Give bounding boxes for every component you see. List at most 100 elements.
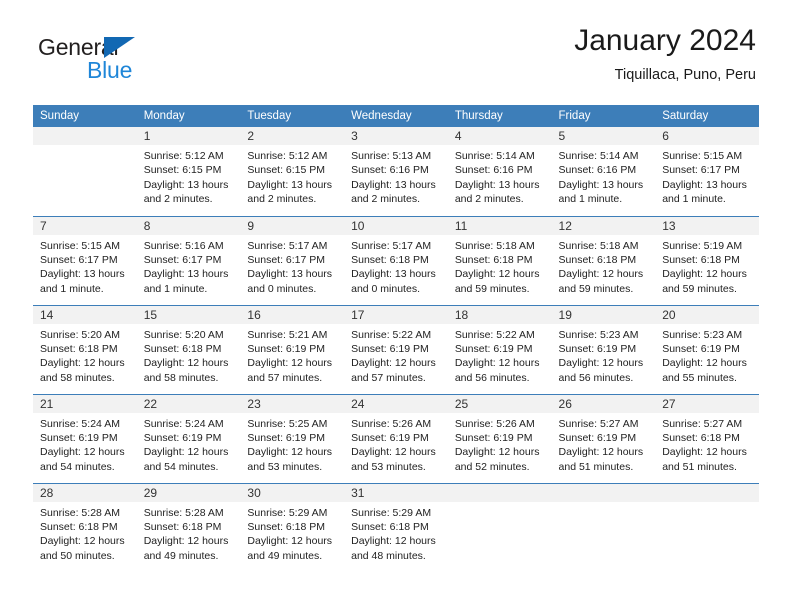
weekday-header-row: Sunday Monday Tuesday Wednesday Thursday… bbox=[33, 105, 759, 127]
daylight-line-2: and 2 minutes. bbox=[454, 193, 524, 206]
day-details: Sunrise: 5:18 AM Sunset: 6:18 PM Dayligh… bbox=[448, 235, 552, 297]
day-cell-inner: 31 Sunrise: 5:29 AM Sunset: 6:18 PM Dayl… bbox=[344, 483, 448, 573]
day-details: Sunrise: 5:28 AM Sunset: 6:18 PM Dayligh… bbox=[137, 502, 241, 564]
day-number: 3 bbox=[344, 127, 448, 145]
day-cell[interactable]: 11 Sunrise: 5:18 AM Sunset: 6:18 PM Dayl… bbox=[447, 215, 552, 305]
daylight-line-1: Daylight: 12 hours bbox=[143, 357, 229, 370]
day-number: 17 bbox=[344, 305, 448, 324]
day-number: 5 bbox=[551, 127, 656, 145]
day-details: Sunrise: 5:18 AM Sunset: 6:18 PM Dayligh… bbox=[552, 235, 656, 297]
sunset-line: Sunset: 6:19 PM bbox=[351, 431, 429, 444]
day-cell[interactable] bbox=[655, 482, 759, 572]
day-number: 14 bbox=[33, 305, 137, 324]
day-cell-inner: 29 Sunrise: 5:28 AM Sunset: 6:18 PM Dayl… bbox=[136, 483, 241, 573]
day-details: Sunrise: 5:26 AM Sunset: 6:19 PM Dayligh… bbox=[344, 413, 448, 475]
day-cell[interactable] bbox=[33, 127, 137, 216]
day-cell[interactable]: 25 Sunrise: 5:26 AM Sunset: 6:19 PM Dayl… bbox=[447, 393, 552, 483]
day-cell[interactable]: 3 Sunrise: 5:13 AM Sunset: 6:16 PM Dayli… bbox=[344, 127, 448, 216]
day-details: Sunrise: 5:15 AM Sunset: 6:17 PM Dayligh… bbox=[655, 145, 759, 207]
sunset-line: Sunset: 6:19 PM bbox=[143, 431, 222, 444]
daylight-line-1: Daylight: 12 hours bbox=[247, 446, 333, 459]
daylight-line-1: Daylight: 13 hours bbox=[247, 268, 333, 281]
day-cell[interactable]: 26 Sunrise: 5:27 AM Sunset: 6:19 PM Dayl… bbox=[551, 393, 656, 483]
day-cell[interactable]: 19 Sunrise: 5:23 AM Sunset: 6:19 PM Dayl… bbox=[551, 304, 656, 394]
daylight-line-2: and 1 minute. bbox=[558, 193, 623, 206]
day-cell[interactable]: 23 Sunrise: 5:25 AM Sunset: 6:19 PM Dayl… bbox=[240, 393, 345, 483]
day-details: Sunrise: 5:27 AM Sunset: 6:19 PM Dayligh… bbox=[552, 413, 656, 475]
day-cell[interactable]: 17 Sunrise: 5:22 AM Sunset: 6:19 PM Dayl… bbox=[344, 304, 448, 394]
triangle-flag-icon bbox=[104, 37, 135, 58]
daylight-line-2: and 58 minutes. bbox=[143, 371, 219, 384]
daylight-line-1: Daylight: 13 hours bbox=[40, 268, 125, 281]
day-cell[interactable] bbox=[551, 482, 656, 573]
day-cell-inner bbox=[551, 483, 656, 573]
calendar-week-row: 28 Sunrise: 5:28 AM Sunset: 6:18 PM Dayl… bbox=[33, 482, 759, 573]
day-details: Sunrise: 5:14 AM Sunset: 6:16 PM Dayligh… bbox=[448, 145, 552, 207]
sunrise-line: Sunrise: 5:24 AM bbox=[143, 417, 224, 430]
day-cell-inner: 12 Sunrise: 5:18 AM Sunset: 6:18 PM Dayl… bbox=[551, 216, 656, 305]
day-cell-inner: 5 Sunrise: 5:14 AM Sunset: 6:16 PM Dayli… bbox=[551, 127, 656, 216]
day-cell[interactable]: 15 Sunrise: 5:20 AM Sunset: 6:18 PM Dayl… bbox=[136, 304, 241, 394]
sunrise-line: Sunrise: 5:21 AM bbox=[247, 328, 328, 341]
sunset-line: Sunset: 6:19 PM bbox=[454, 342, 533, 355]
sunrise-line: Sunrise: 5:19 AM bbox=[662, 239, 743, 252]
day-cell[interactable]: 29 Sunrise: 5:28 AM Sunset: 6:18 PM Dayl… bbox=[136, 482, 241, 573]
day-cell-inner: 28 Sunrise: 5:28 AM Sunset: 6:18 PM Dayl… bbox=[33, 483, 137, 573]
day-cell[interactable]: 16 Sunrise: 5:21 AM Sunset: 6:19 PM Dayl… bbox=[240, 304, 345, 394]
title-block: January 2024 Tiquillaca, Puno, Peru bbox=[574, 22, 756, 86]
day-cell[interactable]: 20 Sunrise: 5:23 AM Sunset: 6:19 PM Dayl… bbox=[655, 304, 759, 394]
daylight-line-2: and 58 minutes. bbox=[40, 371, 115, 384]
day-cell[interactable]: 30 Sunrise: 5:29 AM Sunset: 6:18 PM Dayl… bbox=[240, 482, 345, 572]
day-cell[interactable]: 24 Sunrise: 5:26 AM Sunset: 6:19 PM Dayl… bbox=[344, 393, 448, 483]
day-cell[interactable]: 1 Sunrise: 5:12 AM Sunset: 6:15 PM Dayli… bbox=[136, 127, 241, 216]
day-cell[interactable]: 27 Sunrise: 5:27 AM Sunset: 6:18 PM Dayl… bbox=[655, 393, 759, 483]
day-cell[interactable]: 31 Sunrise: 5:29 AM Sunset: 6:18 PM Dayl… bbox=[344, 482, 448, 573]
day-cell[interactable]: 6 Sunrise: 5:15 AM Sunset: 6:17 PM Dayli… bbox=[655, 127, 759, 216]
day-cell[interactable]: 28 Sunrise: 5:28 AM Sunset: 6:18 PM Dayl… bbox=[33, 482, 137, 573]
daylight-line-2: and 0 minutes. bbox=[351, 282, 420, 295]
daylight-line-2: and 54 minutes. bbox=[40, 460, 115, 473]
day-cell[interactable]: 10 Sunrise: 5:17 AM Sunset: 6:18 PM Dayl… bbox=[344, 215, 448, 305]
sunrise-line: Sunrise: 5:25 AM bbox=[247, 417, 328, 430]
logo-text-blue: Blue bbox=[87, 57, 133, 83]
sunset-line: Sunset: 6:15 PM bbox=[143, 164, 222, 177]
sunrise-line: Sunrise: 5:27 AM bbox=[662, 417, 743, 430]
sunrise-line: Sunrise: 5:22 AM bbox=[351, 328, 432, 341]
sunset-line: Sunset: 6:17 PM bbox=[143, 253, 222, 266]
day-cell[interactable]: 21 Sunrise: 5:24 AM Sunset: 6:19 PM Dayl… bbox=[33, 393, 137, 483]
day-number: 24 bbox=[344, 394, 448, 413]
day-cell[interactable]: 2 Sunrise: 5:12 AM Sunset: 6:15 PM Dayli… bbox=[240, 127, 345, 216]
day-cell[interactable]: 13 Sunrise: 5:19 AM Sunset: 6:18 PM Dayl… bbox=[655, 215, 759, 305]
day-details: Sunrise: 5:23 AM Sunset: 6:19 PM Dayligh… bbox=[655, 324, 759, 386]
day-cell[interactable]: 5 Sunrise: 5:14 AM Sunset: 6:16 PM Dayli… bbox=[551, 127, 656, 216]
day-number bbox=[447, 483, 552, 502]
daylight-line-1: Daylight: 13 hours bbox=[247, 178, 333, 191]
sunrise-line: Sunrise: 5:29 AM bbox=[351, 506, 432, 519]
day-cell[interactable]: 9 Sunrise: 5:17 AM Sunset: 6:17 PM Dayli… bbox=[240, 215, 345, 305]
day-details: Sunrise: 5:22 AM Sunset: 6:19 PM Dayligh… bbox=[344, 324, 448, 386]
daylight-line-1: Daylight: 13 hours bbox=[351, 178, 436, 191]
day-cell[interactable] bbox=[447, 482, 552, 572]
page-masthead: General Blue January 2024 Tiquillaca, Pu… bbox=[0, 22, 792, 100]
day-cell-inner: 3 Sunrise: 5:13 AM Sunset: 6:16 PM Dayli… bbox=[344, 127, 448, 216]
daylight-line-1: Daylight: 12 hours bbox=[351, 535, 436, 548]
sunset-line: Sunset: 6:19 PM bbox=[662, 342, 740, 355]
day-cell[interactable]: 8 Sunrise: 5:16 AM Sunset: 6:17 PM Dayli… bbox=[136, 215, 241, 305]
calendar-body: 1 Sunrise: 5:12 AM Sunset: 6:15 PM Dayli… bbox=[33, 127, 759, 572]
day-cell[interactable]: 14 Sunrise: 5:20 AM Sunset: 6:18 PM Dayl… bbox=[33, 304, 137, 394]
day-details bbox=[33, 145, 137, 149]
day-cell[interactable]: 22 Sunrise: 5:24 AM Sunset: 6:19 PM Dayl… bbox=[136, 393, 241, 483]
daylight-line-1: Daylight: 12 hours bbox=[454, 446, 540, 459]
day-cell[interactable]: 18 Sunrise: 5:22 AM Sunset: 6:19 PM Dayl… bbox=[447, 304, 552, 394]
daylight-line-2: and 59 minutes. bbox=[558, 282, 634, 295]
day-details bbox=[655, 502, 759, 506]
day-cell[interactable]: 12 Sunrise: 5:18 AM Sunset: 6:18 PM Dayl… bbox=[551, 215, 656, 305]
general-blue-logo[interactable]: General Blue bbox=[38, 34, 218, 90]
daylight-line-2: and 51 minutes. bbox=[558, 460, 634, 473]
day-cell[interactable]: 4 Sunrise: 5:14 AM Sunset: 6:16 PM Dayli… bbox=[447, 127, 552, 216]
sunrise-sunset-calendar-table: Sunday Monday Tuesday Wednesday Thursday… bbox=[33, 105, 759, 572]
day-number: 26 bbox=[551, 394, 656, 413]
daylight-line-2: and 50 minutes. bbox=[40, 549, 115, 562]
day-cell[interactable]: 7 Sunrise: 5:15 AM Sunset: 6:17 PM Dayli… bbox=[33, 215, 137, 305]
day-number bbox=[33, 127, 137, 145]
